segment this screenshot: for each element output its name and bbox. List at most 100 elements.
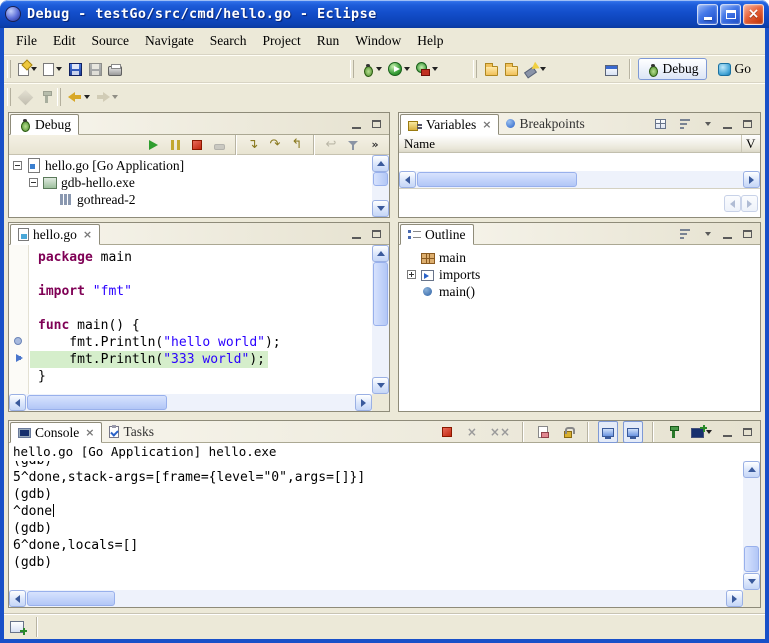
minimize-view-button[interactable] [349,227,364,240]
tree-item[interactable]: gdb-hello.exe [9,174,372,191]
tree-item[interactable]: main [407,249,760,266]
titlebar[interactable]: Debug - testGo/src/cmd/hello.go - Eclips… [0,0,769,28]
scrollbar-thumb[interactable] [417,172,577,187]
code-line[interactable]: } [30,368,372,385]
view-menu-button[interactable] [700,227,715,240]
perspective-debug-button[interactable]: Debug [638,58,707,80]
pin-console-button[interactable] [663,421,683,443]
show-console-on-output-button[interactable] [598,421,618,443]
console-output[interactable]: (gdb)5^done,stack-args=[frame={level="0"… [9,461,743,590]
close-tab-icon[interactable]: × [83,228,92,241]
toolbar-grip[interactable] [7,60,11,78]
code-line[interactable]: package main [30,249,372,266]
minimize-view-button[interactable] [720,117,735,130]
suspend-button[interactable] [165,136,185,154]
dropdown-arrow-icon[interactable] [404,67,410,71]
tab-debug[interactable]: Debug [10,114,79,135]
debug-dropdown-button[interactable] [358,58,385,80]
variables-detail-pane[interactable] [399,188,760,217]
search-button[interactable] [521,58,549,80]
tab-tasks[interactable]: Tasks [102,421,161,442]
scrollbar-thumb[interactable] [373,172,388,186]
scrollbar-thumb[interactable] [744,546,759,572]
scroll-left-icon[interactable] [15,595,20,603]
scroll-right-button[interactable] [741,195,758,212]
view-menu-button[interactable] [700,117,715,130]
scroll-down-icon[interactable] [377,383,385,388]
editor-vscrollbar[interactable] [372,245,389,394]
debug-tree-scrollbar[interactable] [372,155,389,217]
console-vscrollbar[interactable] [743,461,760,590]
clear-console-button[interactable] [533,421,553,443]
code-line[interactable]: import "fmt" [30,283,372,300]
pin-editor-button[interactable] [36,86,56,108]
tab-console[interactable]: Console × [10,422,102,443]
maximize-view-button[interactable] [740,425,755,438]
scroll-right-icon[interactable] [749,176,754,184]
external-tools-button[interactable] [413,58,441,80]
code-line[interactable]: func main() { [30,317,372,334]
scroll-lock-button[interactable] [558,421,578,443]
minimize-view-button[interactable] [349,117,364,130]
scrollbar-thumb[interactable] [27,395,167,410]
save-all-button[interactable] [85,58,105,80]
maximize-view-button[interactable] [369,117,384,130]
dropdown-arrow-icon[interactable] [112,95,118,99]
toolbar-grip[interactable] [473,60,477,78]
tree-item[interactable]: gothread-2 [9,191,372,208]
tab-breakpoints[interactable]: Breakpoints [499,113,591,134]
code-line[interactable] [30,266,372,283]
column-name[interactable]: Name [399,135,742,152]
new-go-element-button[interactable] [40,58,65,80]
dropdown-arrow-icon[interactable] [56,67,62,71]
dropdown-arrow-icon[interactable] [31,67,37,71]
tree-item[interactable]: hello.go [Go Application] [9,157,372,174]
last-edit-location-button[interactable] [15,86,36,108]
save-button[interactable] [65,58,85,80]
dropdown-arrow-icon[interactable] [84,95,90,99]
tree-item[interactable]: main() [407,283,760,300]
step-into-button[interactable]: ↴ [243,136,263,154]
column-value[interactable]: V [742,135,760,152]
minimize-view-button[interactable] [720,227,735,240]
variables-hscrollbar[interactable] [399,171,760,188]
close-tab-icon[interactable]: × [85,426,94,439]
scrollbar-thumb[interactable] [27,591,115,606]
toolbar-grip[interactable] [7,88,11,106]
drop-to-frame-button[interactable]: ↩ [321,136,341,154]
scroll-left-button[interactable] [724,195,741,212]
editor-ruler[interactable] [9,245,29,394]
run-dropdown-button[interactable] [385,58,413,80]
tab-variables[interactable]: Variables × [400,114,499,135]
menu-help[interactable]: Help [409,30,451,52]
scroll-up-icon[interactable] [377,161,385,166]
code-line[interactable]: fmt.Println("333 world"); [30,351,372,368]
show-logical-structure-button[interactable] [650,113,670,135]
back-button[interactable] [65,86,93,108]
maximize-window-button[interactable] [720,4,741,25]
tree-expander-icon[interactable] [13,161,22,170]
scroll-down-icon[interactable] [748,579,756,584]
open-console-button[interactable] [688,421,715,443]
terminate-button[interactable] [187,136,207,154]
tree-expander-icon[interactable] [407,270,416,279]
scroll-up-icon[interactable] [748,467,756,472]
dropdown-arrow-icon[interactable] [432,67,438,71]
menu-edit[interactable]: Edit [45,30,84,52]
variables-table[interactable] [399,153,760,171]
tree-item[interactable]: imports [407,266,760,283]
step-over-button[interactable]: ↷ [265,136,285,154]
terminate-process-button[interactable] [437,421,457,443]
code-lines[interactable]: package main import "fmt" func main() { fm… [30,245,372,394]
maximize-view-button[interactable] [369,227,384,240]
resume-button[interactable] [143,136,163,154]
scrollbar-thumb[interactable] [373,262,388,326]
menu-file[interactable]: File [8,30,45,52]
editor-hscrollbar[interactable] [9,394,372,411]
toolbar-grip[interactable] [350,60,354,78]
minimize-view-button[interactable] [720,425,735,438]
open-resource-button[interactable] [481,58,501,80]
close-tab-icon[interactable]: × [482,118,491,131]
forward-button[interactable] [93,86,121,108]
sort-button[interactable] [675,223,695,245]
